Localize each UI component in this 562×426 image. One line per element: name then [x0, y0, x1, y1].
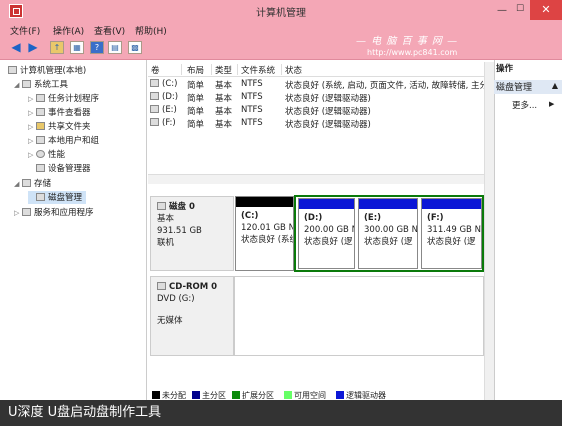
close-button[interactable]: ✕ — [530, 0, 562, 20]
drive-icon — [150, 92, 159, 100]
expander-icon[interactable]: ▷ — [28, 151, 36, 159]
caption-banner: U深度 U盘启动盘制作工具 — [0, 400, 562, 426]
expander-icon[interactable]: ▷ — [14, 209, 22, 217]
tree-item-task-scheduler[interactable]: ▷ 任务计划程序 — [28, 92, 99, 105]
folder-icon — [36, 122, 45, 130]
expander-icon[interactable]: ▷ — [28, 123, 36, 131]
tools-icon — [22, 80, 31, 88]
table-row[interactable]: (E:) 简单 基本 NTFS 状态良好 (逻辑驱动器) — [150, 105, 484, 118]
actions-title: 操作 — [496, 64, 514, 74]
expander-icon[interactable]: ◢ — [14, 180, 22, 188]
more-actions-link[interactable]: 更多... — [512, 99, 537, 111]
minimize-button[interactable]: — — [497, 5, 509, 16]
hard-disk-icon — [157, 202, 166, 210]
actions-pane — [494, 60, 562, 400]
menu-action[interactable]: 操作(A) — [53, 24, 84, 37]
expander-icon[interactable]: ▷ — [28, 95, 36, 103]
disk-0-label[interactable]: 磁盘 0 基本 931.51 GB 联机 — [150, 196, 234, 271]
services-icon — [22, 208, 31, 216]
back-icon[interactable]: ◀ — [9, 41, 23, 54]
tree-item-shared-folders[interactable]: ▷ 共享文件夹 — [28, 120, 91, 133]
up-icon[interactable]: ↑ — [50, 41, 64, 54]
help-icon[interactable]: ? — [90, 41, 104, 54]
view-icon[interactable]: ▤ — [108, 41, 122, 54]
settings-icon[interactable]: ▩ — [128, 41, 142, 54]
cdrom-0-label[interactable]: CD-ROM 0 DVD (G:) 无媒体 — [150, 276, 234, 356]
window-title: 计算机管理 — [256, 8, 306, 19]
tree-item-event-viewer[interactable]: ▷ 事件查看器 — [28, 106, 91, 119]
table-row[interactable]: (C:) 简单 基本 NTFS 状态良好 (系统, 启动, 页面文件, 活动, … — [150, 79, 484, 92]
partition-e[interactable]: (E:) 300.00 GB NTFS 状态良好 (逻 — [358, 198, 418, 269]
toolbar: ◀ ▶ ↑ ▦ ? ▤ ▩ — [0, 37, 562, 60]
drive-icon — [150, 118, 159, 126]
watermark-url: http://www.pc841.com — [367, 48, 458, 57]
horizontal-scrollbar[interactable] — [148, 174, 484, 184]
actions-section-disk-management[interactable]: 磁盘管理 ▲ — [494, 80, 562, 94]
column-header-type[interactable]: 类型 — [215, 64, 238, 76]
tree-item-system-tools[interactable]: ◢ 系统工具 — [14, 78, 68, 91]
partition-f[interactable]: (F:) 311.49 GB NTFS 状态良好 (逻 — [421, 198, 482, 269]
column-header-volume[interactable]: 卷 — [151, 64, 182, 76]
column-header-status[interactable]: 状态 — [285, 64, 481, 76]
column-header-layout[interactable]: 布局 — [187, 64, 212, 76]
properties-icon[interactable]: ▦ — [70, 41, 84, 54]
performance-icon — [36, 150, 45, 158]
expander-icon[interactable]: ◢ — [14, 81, 22, 89]
table-row[interactable]: (F:) 简单 基本 NTFS 状态良好 (逻辑驱动器) — [150, 118, 484, 131]
column-header-filesystem[interactable]: 文件系统 — [241, 64, 282, 76]
device-icon — [36, 164, 45, 172]
table-row[interactable]: (D:) 简单 基本 NTFS 状态良好 (逻辑驱动器) — [150, 92, 484, 105]
legend: 未分配 主分区 扩展分区 可用空间 逻辑驱动器 — [148, 390, 484, 400]
tree-item-device-manager[interactable]: 设备管理器 — [28, 162, 91, 175]
clock-icon — [36, 94, 45, 102]
tree-item-storage[interactable]: ◢ 存储 — [14, 177, 51, 190]
partition-c[interactable]: (C:) 120.01 GB NTFS 状态良好 (系统 — [235, 196, 294, 271]
menu-view[interactable]: 查看(V) — [94, 24, 125, 37]
tree-item-computer-management[interactable]: 计算机管理(本地) — [8, 64, 86, 77]
computer-icon — [8, 66, 17, 74]
expander-icon[interactable]: ▷ — [28, 137, 36, 145]
expander-icon[interactable]: ▷ — [28, 109, 36, 117]
storage-icon — [22, 179, 31, 187]
navigation-tree: 计算机管理(本地) ◢ 系统工具 ▷ 任务计划程序 ▷ 事件查看器 ▷ 共享文件夹 ▷ 本… — [0, 60, 147, 400]
menu-bar: 文件(F) 操作(A) 查看(V) 帮助(H) — [0, 22, 562, 37]
cdrom-area — [234, 276, 484, 356]
tree-item-services-apps[interactable]: ▷ 服务和应用程序 — [14, 206, 94, 219]
disk-icon — [36, 193, 45, 201]
drive-icon — [150, 79, 159, 87]
users-icon — [36, 136, 45, 144]
maximize-button[interactable]: ☐ — [516, 4, 528, 14]
drive-icon — [150, 105, 159, 113]
watermark-title: — 电 脑 百 事 网 — — [356, 36, 459, 47]
partition-d[interactable]: (D:) 200.00 GB NTFS 状态良好 (逻 — [298, 198, 355, 269]
forward-icon[interactable]: ▶ — [26, 41, 40, 54]
event-icon — [36, 108, 45, 116]
menu-help[interactable]: 帮助(H) — [135, 24, 167, 37]
volume-list-header: 卷 布局 类型 文件系统 状态 — [148, 62, 484, 77]
tree-item-disk-management[interactable]: 磁盘管理 — [28, 191, 87, 204]
tree-item-performance[interactable]: ▷ 性能 — [28, 148, 65, 161]
tree-item-local-users[interactable]: ▷ 本地用户和组 — [28, 134, 99, 147]
collapse-icon[interactable]: ▲ — [552, 81, 558, 90]
cdrom-icon — [157, 282, 166, 290]
menu-file[interactable]: 文件(F) — [10, 24, 40, 37]
submenu-arrow-icon: ▶ — [549, 100, 555, 108]
